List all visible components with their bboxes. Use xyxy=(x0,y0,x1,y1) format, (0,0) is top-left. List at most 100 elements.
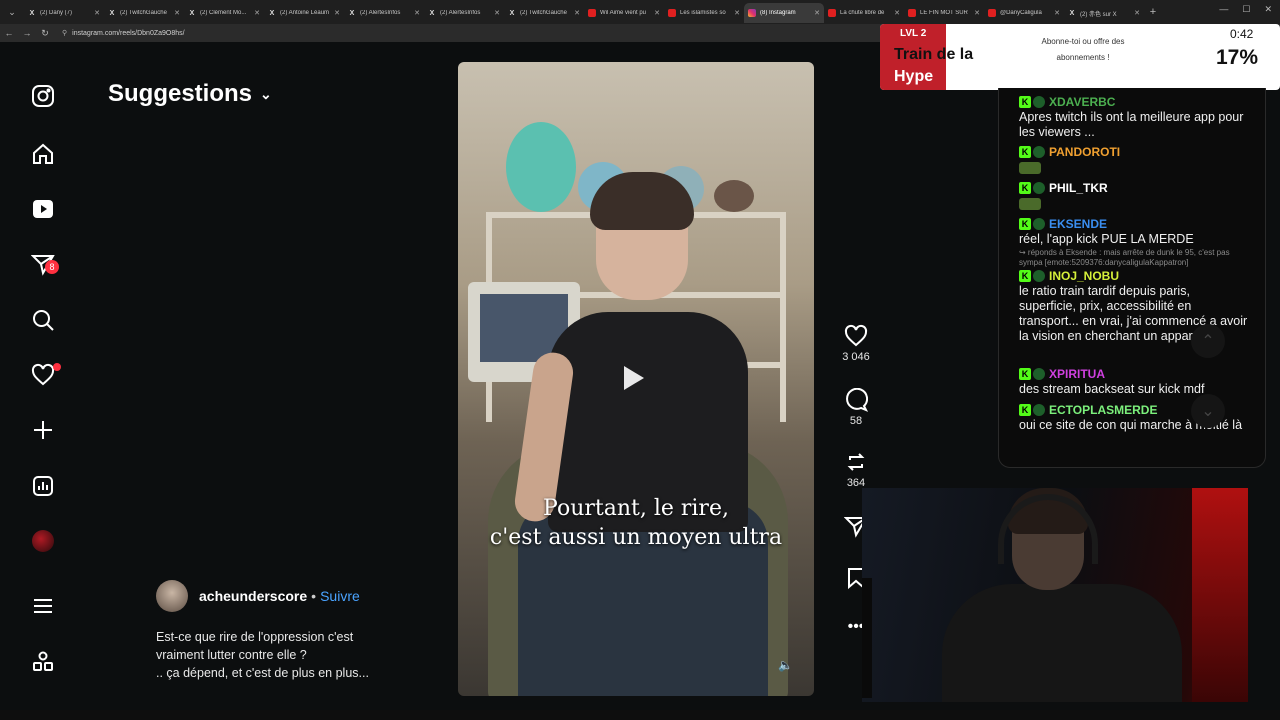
video-subtitle: Pourtant, le rire, c'est aussi un moyen … xyxy=(489,496,783,550)
close-tab-icon[interactable]: ✕ xyxy=(734,9,740,17)
like-action[interactable]: 3 046 xyxy=(836,324,876,363)
close-tab-icon[interactable]: ✕ xyxy=(814,9,820,17)
plush-toy xyxy=(506,122,576,212)
notification-dot xyxy=(53,363,61,371)
separator-dot: • xyxy=(311,588,317,604)
create-plus-icon[interactable] xyxy=(20,412,66,448)
chat-username[interactable]: PANDOROTI xyxy=(1049,145,1120,159)
back-arrow-icon[interactable]: ← xyxy=(0,28,18,38)
close-tab-icon[interactable]: ✕ xyxy=(414,9,420,17)
browser-tab[interactable]: @DanyCaligula ✕ xyxy=(984,3,1064,23)
kick-badge-icon: K xyxy=(1019,146,1031,158)
browser-tab[interactable]: Les islamistes so ✕ xyxy=(664,3,744,23)
browser-tab[interactable]: X (2) 赤色 sur X ✕ xyxy=(1064,3,1144,23)
instagram-logo-icon[interactable] xyxy=(20,78,66,114)
tab-title: (2) Dany (7) xyxy=(40,10,73,16)
reel-description[interactable]: Est-ce que rire de l'oppression c'est vr… xyxy=(156,628,396,682)
subscriber-badge-icon xyxy=(1033,218,1045,230)
browser-tab[interactable]: X (2) Antoine Léaum ✕ xyxy=(264,3,344,23)
mute-speaker-icon[interactable]: 🔈 xyxy=(778,658,793,672)
browser-tab[interactable]: La chute libre de ✕ xyxy=(824,3,904,23)
author-avatar[interactable] xyxy=(156,580,188,612)
browser-tab[interactable]: X (2) TwitchGauche ✕ xyxy=(104,3,184,23)
browser-tab[interactable]: X (2) AlertesInfos ✕ xyxy=(424,3,504,23)
dashboard-chart-icon[interactable] xyxy=(20,468,66,504)
follow-button[interactable]: Suivre xyxy=(320,588,360,604)
browser-tab[interactable]: (8) Instagram ✕ xyxy=(744,3,824,23)
close-tab-icon[interactable]: ✕ xyxy=(654,9,660,17)
close-tab-icon[interactable]: ✕ xyxy=(574,9,580,17)
reload-icon[interactable]: ↻ xyxy=(36,28,54,39)
forward-arrow-icon[interactable]: → xyxy=(18,28,36,38)
chat-username[interactable]: INOJ_NOBU xyxy=(1049,269,1119,283)
close-tab-icon[interactable]: ✕ xyxy=(254,9,260,17)
browser-tab-bar: ⌄ X (2) Dany (7) ✕ X (2) TwitchGauche ✕ X (2) C… xyxy=(0,0,1280,24)
url-field[interactable]: ⚲ instagram.com/reels/Dbn0Za9O8hs/ xyxy=(62,29,185,38)
kick-badge-icon: K xyxy=(1019,270,1031,282)
close-tab-icon[interactable]: ✕ xyxy=(1134,9,1140,17)
heart-icon xyxy=(844,324,868,347)
close-tab-icon[interactable]: ✕ xyxy=(494,9,500,17)
chat-username[interactable]: XPIRITUA xyxy=(1049,367,1105,381)
browser-tab[interactable]: X (2) TwitchGauche ✕ xyxy=(504,3,584,23)
tab-list-dropdown-icon[interactable]: ⌄ xyxy=(0,0,24,24)
browser-tab[interactable]: X (2) AlertesInfos ✕ xyxy=(344,3,424,23)
play-icon[interactable] xyxy=(624,366,644,390)
comment-action[interactable]: 58 xyxy=(836,388,876,427)
hype-progress-percent: 17% xyxy=(1216,46,1259,69)
more-menu-icon[interactable] xyxy=(20,588,66,624)
chat-emote xyxy=(1019,198,1041,210)
browser-tab[interactable]: Wil Aime vient pu ✕ xyxy=(584,3,664,23)
hype-level: LVL 2 xyxy=(900,28,927,39)
browser-tab[interactable]: X (2) Clément Mo... ✕ xyxy=(184,3,264,23)
new-tab-button[interactable]: + xyxy=(1144,6,1162,18)
tab-title: @DanyCaligula xyxy=(1000,10,1042,16)
reel-video[interactable]: Pourtant, le rire, c'est aussi un moyen … xyxy=(458,62,814,696)
chat-username[interactable]: ECTOPLASMERDE xyxy=(1049,403,1157,417)
notifications-heart-icon[interactable] xyxy=(20,357,66,393)
chat-message: K EKSENDE réel, l'app kick PUE LA MERDE xyxy=(1019,216,1249,247)
messages-icon[interactable]: 8 xyxy=(20,246,66,282)
close-tab-icon[interactable]: ✕ xyxy=(894,9,900,17)
profile-avatar[interactable] xyxy=(20,523,66,559)
close-window-icon[interactable]: ✕ xyxy=(1264,4,1272,15)
youtube-favicon-icon xyxy=(908,9,916,17)
search-icon[interactable] xyxy=(20,302,66,338)
close-tab-icon[interactable]: ✕ xyxy=(1054,9,1060,17)
comment-bubble-icon xyxy=(846,388,868,412)
tab-title: (2) Clément Mo... xyxy=(200,10,247,16)
reels-icon[interactable] xyxy=(20,191,66,227)
chat-username[interactable]: PHIL_TKR xyxy=(1049,181,1108,195)
close-tab-icon[interactable]: ✕ xyxy=(334,9,340,17)
maximize-window-icon[interactable]: ☐ xyxy=(1242,4,1250,15)
repost-action[interactable]: 364 xyxy=(836,450,876,489)
home-icon[interactable] xyxy=(20,136,66,172)
chevron-up-icon: ⌃ xyxy=(1191,324,1225,358)
chevron-down-icon: ⌄ xyxy=(260,85,272,102)
hype-title: Train de la Hype xyxy=(894,46,974,85)
url-text: instagram.com/reels/Dbn0Za9O8hs/ xyxy=(72,29,185,37)
chat-username[interactable]: XDAVERBC xyxy=(1049,95,1115,109)
chevron-down-icon: ⌄ xyxy=(1191,394,1225,428)
site-info-icon[interactable]: ⚲ xyxy=(62,29,67,37)
close-tab-icon[interactable]: ✕ xyxy=(974,9,980,17)
stream-chat-overlay: K XDAVERBC Apres twitch ils ont la meilleu… xyxy=(998,88,1266,468)
chat-message: K XDAVERBC Apres twitch ils ont la meilleu… xyxy=(1019,94,1249,140)
tab-title: (2) AlertesInfos xyxy=(360,10,401,16)
author-username[interactable]: acheunderscore xyxy=(199,588,307,604)
reel-author: acheunderscore • Suivre xyxy=(156,580,360,612)
suggestions-dropdown[interactable]: Suggestions ⌄ xyxy=(108,80,272,108)
minimize-window-icon[interactable]: — xyxy=(1219,4,1228,15)
close-tab-icon[interactable]: ✕ xyxy=(94,9,100,17)
chat-username[interactable]: EKSENDE xyxy=(1049,217,1107,231)
also-from-meta-icon[interactable] xyxy=(20,644,66,680)
tab-title: (2) 赤色 sur X xyxy=(1080,11,1117,18)
tab-title: LE FIN MOT SUR xyxy=(920,10,968,16)
x-logo-icon: X xyxy=(109,9,115,17)
youtube-favicon-icon xyxy=(988,9,996,17)
chat-message: K XPIRITUA des stream backseat sur kick md… xyxy=(1019,366,1249,397)
close-tab-icon[interactable]: ✕ xyxy=(174,9,180,17)
messages-count-badge: 8 xyxy=(45,260,59,274)
browser-tab[interactable]: X (2) Dany (7) ✕ xyxy=(24,3,104,23)
browser-tab[interactable]: LE FIN MOT SUR ✕ xyxy=(904,3,984,23)
